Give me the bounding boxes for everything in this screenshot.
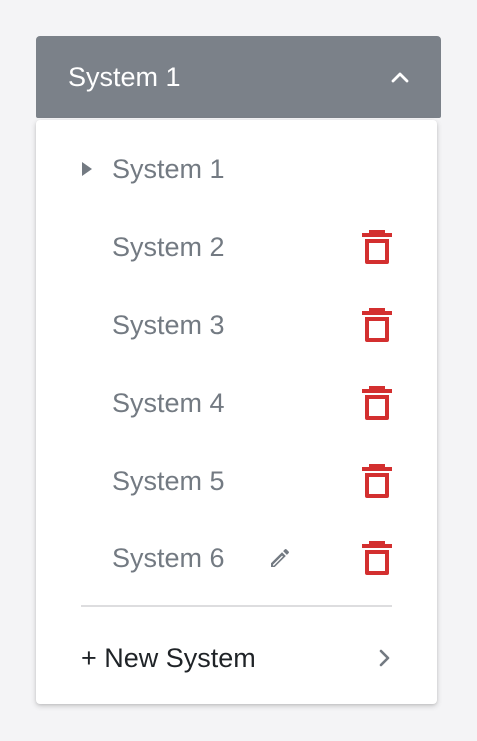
menu-item-label: System 5 — [112, 465, 225, 496]
menu-item-system-5[interactable]: System 5 — [36, 442, 437, 520]
menu-item-system-4[interactable]: System 4 — [36, 364, 437, 442]
menu-item-label: System 3 — [112, 309, 225, 340]
system-dropdown-toggle[interactable]: System 1 — [36, 36, 441, 118]
menu-item-label: System 1 — [112, 153, 225, 184]
new-system-label: + New System — [81, 642, 256, 673]
trash-icon[interactable] — [362, 541, 392, 575]
trash-icon[interactable] — [362, 308, 392, 342]
menu-item-label: System 2 — [112, 231, 225, 262]
menu-item-system-3[interactable]: System 3 — [36, 286, 437, 364]
trash-icon[interactable] — [362, 464, 392, 498]
menu-item-system-2[interactable]: System 2 — [36, 208, 437, 286]
trash-icon[interactable] — [362, 230, 392, 264]
system-menu: System 1 System 2 System 3 System 4 Syst… — [36, 120, 437, 704]
caret-right-icon — [82, 162, 92, 176]
pencil-icon[interactable] — [268, 546, 292, 570]
menu-item-label: System 6 — [112, 542, 225, 573]
menu-item-system-1[interactable]: System 1 — [36, 130, 437, 208]
menu-item-label: System 4 — [112, 387, 225, 418]
menu-divider — [81, 605, 392, 607]
trash-icon[interactable] — [362, 386, 392, 420]
chevron-right-icon — [379, 649, 390, 667]
menu-item-system-6[interactable]: System 6 — [36, 519, 437, 597]
chevron-up-icon — [391, 72, 409, 83]
new-system-button[interactable]: + New System — [81, 630, 392, 686]
dropdown-selected-label: System 1 — [68, 61, 181, 92]
